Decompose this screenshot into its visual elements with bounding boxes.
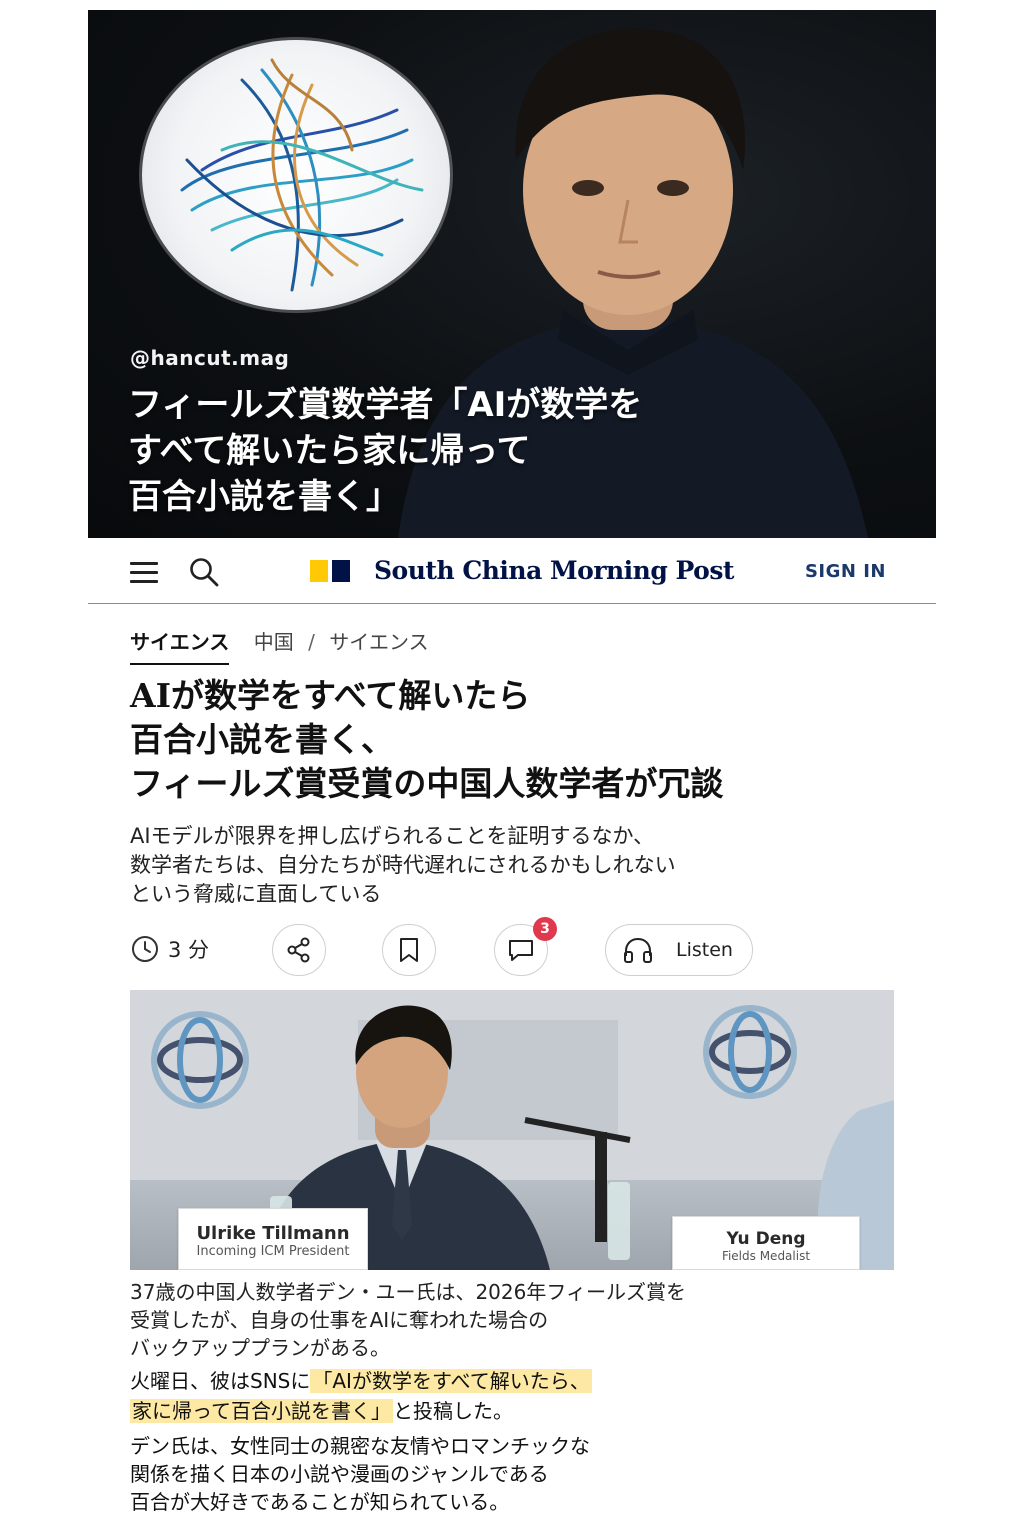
comment-icon	[509, 940, 533, 961]
article-photo: Ulrike Tillmann Incoming ICM President Y…	[130, 990, 894, 1270]
share-icon	[287, 937, 310, 963]
highlighted-quote: 「AIが数学をすべて解いたら、	[310, 1369, 592, 1393]
comments-button[interactable]: 3	[494, 917, 557, 976]
hero-banner: @hancut.mag フィールズ賞数学者「AIが数学を すべて解いたら家に帰っ…	[88, 10, 936, 538]
paragraph-text: と投稿した。	[393, 1399, 513, 1423]
paragraph-line: 火曜日、彼はSNSに 「AIが数学をすべて解いたら、	[130, 1366, 890, 1396]
section-tab-science[interactable]: サイエンス	[130, 626, 230, 665]
article-headline: AIが数学をすべて解いたら 百合小説を書く、 フィールズ賞受賞の中国人数学者が冗…	[130, 674, 910, 806]
site-logo-text[interactable]: South China Morning Post	[374, 556, 734, 585]
highlighted-quote: 家に帰って百合小説を書く」	[130, 1399, 393, 1423]
subheading-line: AIモデルが限界を押し広げられることを証明するなか、	[130, 824, 655, 848]
read-time-label: 3 分	[168, 938, 210, 962]
breadcrumb: サイエンス 中国 / サイエンス	[130, 626, 429, 665]
article-paragraph: デン氏は、女性同士の親密な友情やロマンチックな 関係を描く日本の小説や漫画のジャ…	[130, 1432, 890, 1516]
breadcrumb-china[interactable]: 中国	[254, 630, 294, 654]
name-placard: Ulrike Tillmann Incoming ICM President	[178, 1208, 368, 1270]
article-actions: 3 分 3 Listen	[130, 917, 830, 976]
sign-in-button[interactable]: SIGN IN	[805, 561, 886, 582]
bookmark-button[interactable]	[382, 924, 436, 976]
photo-caption: 37歳の中国人数学者デン・ユー氏は、2026年フィールズ賞を 受賞したが、自身の…	[130, 1278, 890, 1362]
article-subheading: AIモデルが限界を押し広げられることを証明するなか、 数学者たちは、自分たちが時…	[130, 822, 850, 909]
listen-label: Listen	[676, 939, 733, 961]
hero-title: フィールズ賞数学者「AIが数学を すべて解いたら家に帰って 百合小説を書く」	[128, 382, 728, 520]
paragraph-line: 家に帰って百合小説を書く」 と投稿した。	[130, 1396, 890, 1426]
subheading-line: 数学者たちは、自分たちが時代遅れにされるかもしれない	[130, 853, 676, 877]
caption-line: バックアッププランがある。	[130, 1336, 390, 1360]
scmp-logo-mark[interactable]	[310, 560, 352, 582]
source-handle: @hancut.mag	[130, 346, 290, 370]
headline-line: AIが数学をすべて解いたら	[130, 676, 531, 715]
placard-name: Yu Deng	[726, 1229, 806, 1249]
site-header: South China Morning Post SIGN IN	[88, 540, 936, 604]
article-paragraph: 火曜日、彼はSNSに 「AIが数学をすべて解いたら、 家に帰って百合小説を書く」と…	[130, 1366, 890, 1426]
paragraph-line: 関係を描く日本の小説や漫画のジャンルである	[130, 1462, 549, 1486]
comment-count-badge: 3	[533, 917, 557, 941]
placard-role: Incoming ICM President	[196, 1244, 350, 1259]
paragraph-text: 火曜日、彼はSNSに	[130, 1369, 311, 1393]
menu-icon[interactable]	[130, 560, 160, 584]
caption-line: 受賞したが、自身の仕事をAIに奪われた場合の	[130, 1308, 549, 1332]
headphones-icon	[624, 937, 652, 963]
paragraph-line: デン氏は、女性同士の親密な友情やロマンチックな	[130, 1434, 590, 1458]
caption-line: 37歳の中国人数学者デン・ユー氏は、2026年フィールズ賞を	[130, 1280, 686, 1304]
subheading-line: という脅威に直面している	[130, 882, 382, 906]
breadcrumb-science[interactable]: サイエンス	[329, 630, 428, 654]
headline-line: フィールズ賞受賞の中国人数学者が冗談	[130, 764, 724, 803]
paragraph-line: 百合が大好きであることが知られている。	[130, 1490, 510, 1514]
placard-name: Ulrike Tillmann	[196, 1223, 350, 1244]
search-icon[interactable]	[188, 556, 220, 588]
name-placard: Yu Deng Fields Medalist	[672, 1216, 860, 1270]
share-button[interactable]	[272, 924, 326, 976]
hero-title-line: すべて解いたら家に帰って	[128, 431, 531, 471]
placard-role: Fields Medalist	[721, 1249, 811, 1263]
bookmark-icon	[400, 938, 418, 962]
hero-title-line: 百合小説を書く」	[128, 477, 400, 517]
read-time: 3 分	[130, 934, 209, 964]
breadcrumb-separator: /	[308, 630, 315, 654]
hero-title-line: フィールズ賞数学者「AIが数学を	[128, 385, 643, 425]
listen-button[interactable]: Listen	[605, 924, 753, 976]
headline-line: 百合小説を書く、	[130, 720, 394, 759]
clock-icon	[132, 936, 158, 962]
